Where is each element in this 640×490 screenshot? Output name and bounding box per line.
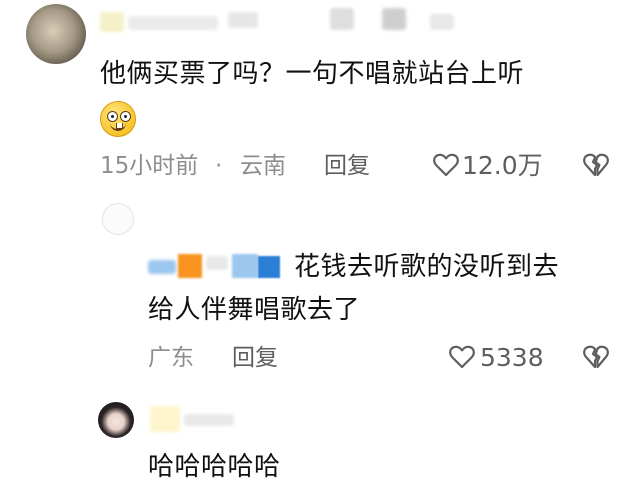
username-blur-block xyxy=(206,256,228,270)
heart-outline-icon[interactable] xyxy=(448,344,476,370)
username-blur-block xyxy=(228,12,258,28)
comment-text: 哈哈哈哈哈 xyxy=(148,452,281,482)
username-blur-block xyxy=(430,14,454,30)
username-blur-block xyxy=(178,254,202,278)
comment-text: 他俩买票了吗？一句不唱就站台上听 xyxy=(100,59,525,89)
reply-button[interactable]: 回复 xyxy=(232,345,278,371)
comment-text-line: 给人伴舞唱歌去了 xyxy=(148,295,361,325)
smiley-emoji-icon xyxy=(100,101,136,137)
username-blur-block xyxy=(128,16,218,30)
avatar[interactable] xyxy=(26,4,86,64)
reply-button[interactable]: 回复 xyxy=(324,153,370,179)
meta-separator: · xyxy=(215,153,223,179)
username-blur-block xyxy=(148,260,176,274)
username-blur-block xyxy=(258,256,280,278)
blurred-username[interactable] xyxy=(150,404,250,434)
username-blur-block xyxy=(330,8,354,30)
like-count: 5338 xyxy=(480,343,544,372)
comment-time: 15小时前 xyxy=(100,153,199,179)
broken-heart-icon[interactable] xyxy=(582,152,610,178)
heart-outline-icon[interactable] xyxy=(432,152,460,178)
comment-location: 广东 xyxy=(148,345,194,371)
blurred-username[interactable] xyxy=(100,8,460,38)
blurred-username[interactable] xyxy=(148,250,288,284)
like-count: 12.0万 xyxy=(462,151,543,180)
avatar[interactable] xyxy=(98,402,134,438)
username-blur-block xyxy=(100,12,124,32)
username-blur-block xyxy=(232,254,258,278)
comment-location: 云南 xyxy=(240,153,286,179)
username-blur-block xyxy=(150,406,180,432)
broken-heart-icon[interactable] xyxy=(582,344,610,370)
comment-text-line: 花钱去听歌的没听到去 xyxy=(294,252,560,282)
username-blur-block xyxy=(184,414,234,426)
username-blur-block xyxy=(382,8,406,30)
avatar[interactable] xyxy=(102,203,134,235)
